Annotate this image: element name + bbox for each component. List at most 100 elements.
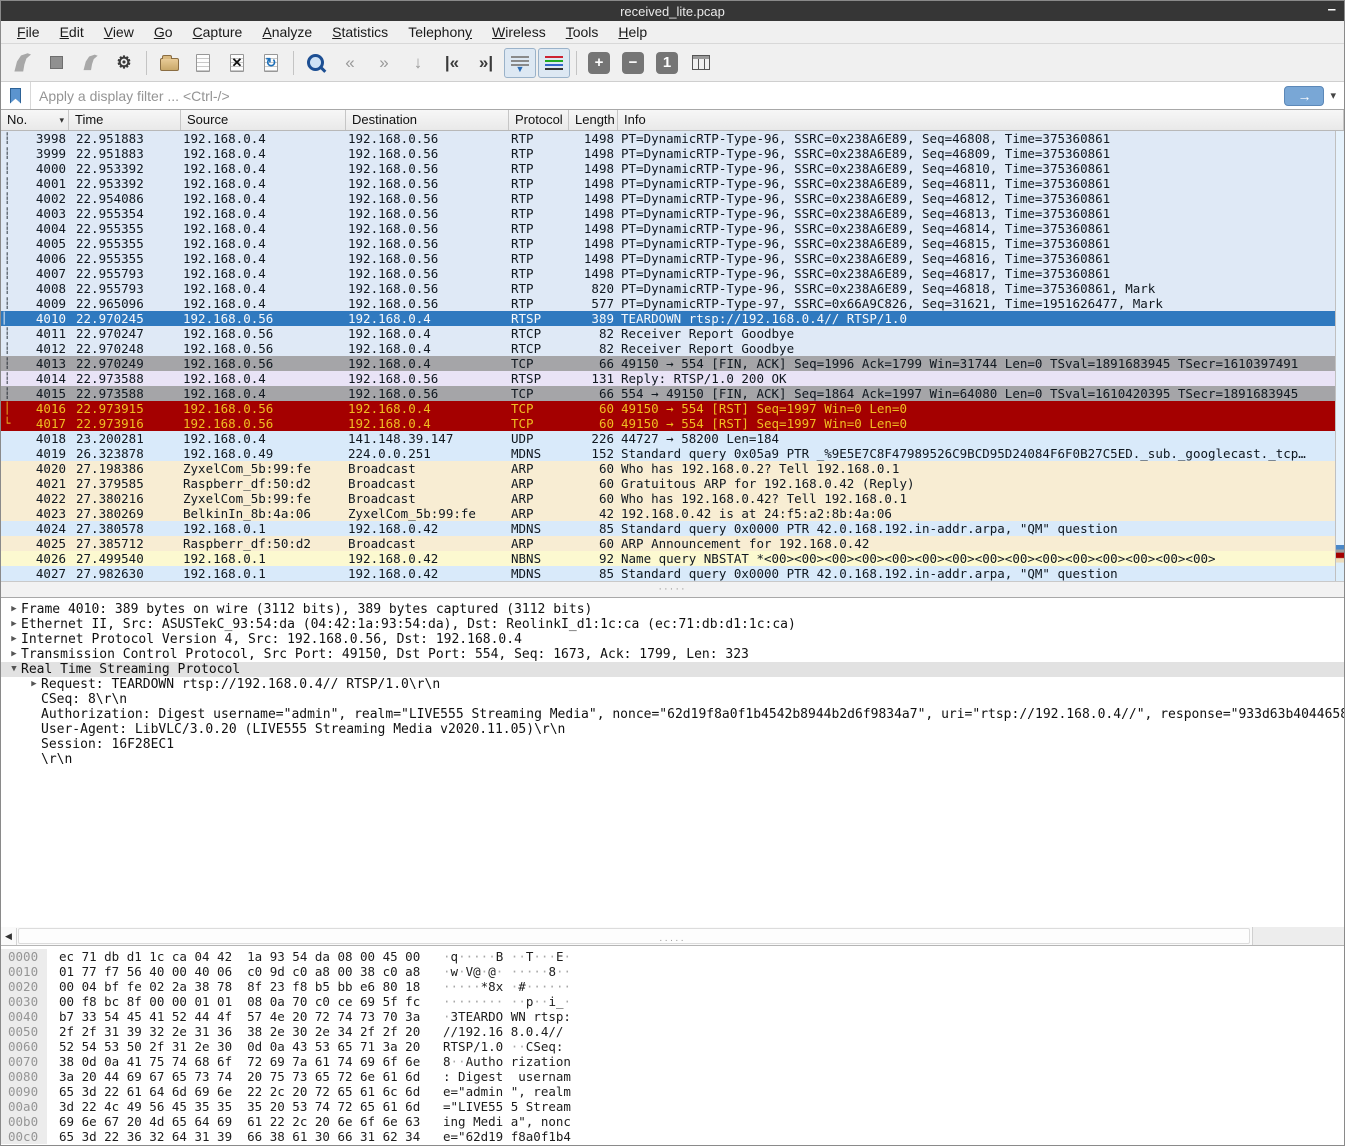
- cell-info[interactable]: 192.168.0.42 is at 24:f5:a2:8b:4a:06: [618, 506, 1344, 521]
- packet-row-4009[interactable]: ┆400922.965096192.168.0.4192.168.0.56RTP…: [1, 296, 1344, 311]
- hex-ascii[interactable]: RTSP/1.0 ··CSeq:: [419, 1039, 571, 1054]
- cell-protocol[interactable]: ARP: [509, 461, 569, 476]
- cell-info[interactable]: Name query NBSTAT *<00><00><00><00><00><…: [618, 551, 1344, 566]
- hex-bytes[interactable]: 65 3d 22 36 32 64 31 39 66 38 61 30 66 3…: [47, 1129, 419, 1144]
- cell-protocol[interactable]: RTSP: [509, 311, 569, 326]
- cell-info[interactable]: Gratuitous ARP for 192.168.0.42 (Reply): [618, 476, 1344, 491]
- cell-source[interactable]: 192.168.0.4: [181, 221, 346, 236]
- cell-destination[interactable]: 192.168.0.4: [346, 311, 509, 326]
- hex-ascii[interactable]: 8··Autho rization: [419, 1054, 571, 1069]
- cell-length[interactable]: 85: [569, 521, 618, 536]
- cell-source[interactable]: ZyxelCom_5b:99:fe: [181, 461, 346, 476]
- cell-protocol[interactable]: RTP: [509, 266, 569, 281]
- menu-item-wireless[interactable]: Wireless: [482, 22, 556, 42]
- cell-gutter[interactable]: ┆: [1, 266, 13, 281]
- hex-ascii[interactable]: ing Medi a", nonc: [419, 1114, 571, 1129]
- cell-destination[interactable]: 192.168.0.4: [346, 356, 509, 371]
- hex-ascii[interactable]: //192.16 8.0.4//: [419, 1024, 571, 1039]
- hex-row-0010[interactable]: 001001 77 f7 56 40 00 40 06 c0 9d c0 a8 …: [1, 964, 1344, 979]
- cell-protocol[interactable]: NBNS: [509, 551, 569, 566]
- cell-destination[interactable]: 192.168.0.56: [346, 296, 509, 311]
- cell-length[interactable]: 1498: [569, 146, 618, 161]
- cell-info[interactable]: PT=DynamicRTP-Type-96, SSRC=0x238A6E89, …: [618, 236, 1344, 251]
- scroll-left-arrow-icon[interactable]: ◀: [1, 928, 17, 945]
- hex-ascii[interactable]: e="admin ", realm: [419, 1084, 571, 1099]
- hex-ascii[interactable]: ·3TEARDO WN rtsp:: [419, 1009, 571, 1024]
- cell-destination[interactable]: 192.168.0.4: [346, 416, 509, 431]
- cell-destination[interactable]: 192.168.0.56: [346, 161, 509, 176]
- cell-protocol[interactable]: ARP: [509, 536, 569, 551]
- cell-length[interactable]: 60: [569, 536, 618, 551]
- cell-source[interactable]: 192.168.0.56: [181, 416, 346, 431]
- cell-source[interactable]: 192.168.0.56: [181, 341, 346, 356]
- cell-gutter[interactable]: [1, 566, 13, 581]
- stop-capture-button[interactable]: [40, 48, 72, 78]
- cell-info[interactable]: 49150 → 554 [FIN, ACK] Seq=1996 Ack=1799…: [618, 356, 1344, 371]
- hex-row-0050[interactable]: 00502f 2f 31 39 32 2e 31 36 38 2e 30 2e …: [1, 1024, 1344, 1039]
- cell-no[interactable]: 4019: [13, 446, 69, 461]
- menu-item-edit[interactable]: Edit: [50, 22, 94, 42]
- cell-no[interactable]: 4010: [13, 311, 69, 326]
- menu-item-statistics[interactable]: Statistics: [322, 22, 398, 42]
- cell-gutter[interactable]: ┆: [1, 386, 13, 401]
- hex-bytes[interactable]: 3a 20 44 69 67 65 73 74 20 75 73 65 72 6…: [47, 1069, 419, 1084]
- cell-time[interactable]: 27.198386: [69, 461, 181, 476]
- cell-no[interactable]: 4004: [13, 221, 69, 236]
- cell-length[interactable]: 1498: [569, 206, 618, 221]
- cell-length[interactable]: 60: [569, 461, 618, 476]
- hex-bytes[interactable]: b7 33 54 45 41 52 44 4f 57 4e 20 72 74 7…: [47, 1009, 419, 1024]
- cell-time[interactable]: 27.380216: [69, 491, 181, 506]
- cell-destination[interactable]: 192.168.0.4: [346, 326, 509, 341]
- hex-bytes[interactable]: 00 f8 bc 8f 00 00 01 01 08 0a 70 c0 ce 6…: [47, 994, 419, 1009]
- cell-length[interactable]: 92: [569, 551, 618, 566]
- cell-time[interactable]: 27.380578: [69, 521, 181, 536]
- filter-apply-button[interactable]: →: [1284, 86, 1324, 106]
- cell-gutter[interactable]: ┆: [1, 161, 13, 176]
- cell-destination[interactable]: 192.168.0.56: [346, 266, 509, 281]
- cell-no[interactable]: 4027: [13, 566, 69, 581]
- cell-protocol[interactable]: RTP: [509, 146, 569, 161]
- packet-row-4003[interactable]: ┆400322.955354192.168.0.4192.168.0.56RTP…: [1, 206, 1344, 221]
- cell-no[interactable]: 4016: [13, 401, 69, 416]
- cell-time[interactable]: 22.955793: [69, 266, 181, 281]
- cell-gutter[interactable]: [1, 461, 13, 476]
- cell-source[interactable]: 192.168.0.1: [181, 566, 346, 581]
- cell-time[interactable]: 22.970245: [69, 311, 181, 326]
- cell-time[interactable]: 22.973915: [69, 401, 181, 416]
- hex-bytes[interactable]: 00 04 bf fe 02 2a 38 78 8f 23 f8 b5 bb e…: [47, 979, 419, 994]
- cell-destination[interactable]: 224.0.0.251: [346, 446, 509, 461]
- packet-row-4025[interactable]: 402527.385712Raspberr_df:50:d2BroadcastA…: [1, 536, 1344, 551]
- cell-protocol[interactable]: MDNS: [509, 566, 569, 581]
- cell-destination[interactable]: 192.168.0.56: [346, 191, 509, 206]
- cell-time[interactable]: 22.970247: [69, 326, 181, 341]
- cell-gutter[interactable]: ┆: [1, 131, 13, 146]
- cell-source[interactable]: 192.168.0.1: [181, 551, 346, 566]
- cell-source[interactable]: 192.168.0.56: [181, 401, 346, 416]
- menu-item-tools[interactable]: Tools: [556, 22, 609, 42]
- go-back-button[interactable]: «: [334, 48, 366, 78]
- column-header-protocol[interactable]: Protocol: [509, 110, 569, 130]
- hex-row-0080[interactable]: 00803a 20 44 69 67 65 73 74 20 75 73 65 …: [1, 1069, 1344, 1084]
- cell-protocol[interactable]: TCP: [509, 416, 569, 431]
- cell-time[interactable]: 22.973588: [69, 371, 181, 386]
- packet-row-4018[interactable]: 401823.200281192.168.0.4141.148.39.147UD…: [1, 431, 1344, 446]
- cell-protocol[interactable]: ARP: [509, 476, 569, 491]
- hex-row-0000[interactable]: 0000ec 71 db d1 1c ca 04 42 1a 93 54 da …: [1, 949, 1344, 964]
- cell-gutter[interactable]: ┆: [1, 296, 13, 311]
- cell-info[interactable]: Standard query 0x0000 PTR 42.0.168.192.i…: [618, 566, 1344, 581]
- cell-time[interactable]: 27.982630: [69, 566, 181, 581]
- zoom-100-button[interactable]: 1: [651, 48, 683, 78]
- cell-no[interactable]: 4002: [13, 191, 69, 206]
- cell-gutter[interactable]: ▏: [1, 311, 13, 326]
- packet-row-4007[interactable]: ┆400722.955793192.168.0.4192.168.0.56RTP…: [1, 266, 1344, 281]
- cell-time[interactable]: 22.970248: [69, 341, 181, 356]
- resize-columns-button[interactable]: [685, 48, 717, 78]
- cell-protocol[interactable]: RTP: [509, 161, 569, 176]
- hex-bytes[interactable]: 52 54 53 50 2f 31 2e 30 0d 0a 43 53 65 7…: [47, 1039, 419, 1054]
- cell-gutter[interactable]: [1, 521, 13, 536]
- cell-destination[interactable]: 192.168.0.4: [346, 401, 509, 416]
- packet-row-4016[interactable]: │401622.973915192.168.0.56192.168.0.4TCP…: [1, 401, 1344, 416]
- detail-line[interactable]: ▶Ethernet II, Src: ASUSTekC_93:54:da (04…: [1, 617, 1344, 632]
- cell-destination[interactable]: Broadcast: [346, 476, 509, 491]
- detail-line[interactable]: ▶Transmission Control Protocol, Src Port…: [1, 647, 1344, 662]
